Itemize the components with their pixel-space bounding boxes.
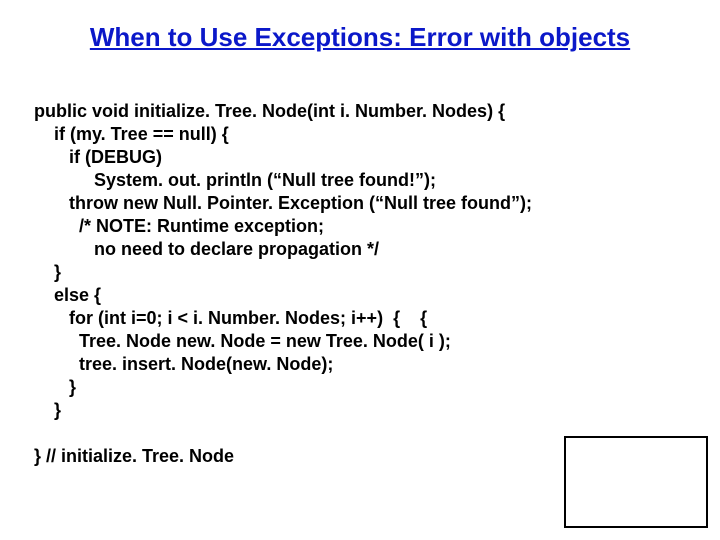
code-line: public void initialize. Tree. Node(int i…: [34, 101, 505, 121]
code-line: }: [34, 400, 61, 420]
code-line: System. out. println (“Null tree found!”…: [34, 170, 436, 190]
code-line: if (DEBUG): [34, 147, 162, 167]
code-line: throw new Null. Pointer. Exception (“Nul…: [34, 193, 532, 213]
empty-box: [564, 436, 708, 528]
code-line: else {: [34, 285, 101, 305]
code-line: /* NOTE: Runtime exception;: [34, 216, 324, 236]
code-line: for (int i=0; i < i. Number. Nodes; i++)…: [34, 308, 427, 328]
code-block: public void initialize. Tree. Node(int i…: [34, 100, 686, 469]
code-line: }: [34, 377, 76, 397]
code-line: }: [34, 262, 61, 282]
code-line: no need to declare propagation */: [34, 239, 379, 259]
code-line: } // initialize. Tree. Node: [34, 446, 234, 466]
code-line: Tree. Node new. Node = new Tree. Node( i…: [34, 331, 451, 351]
code-line: tree. insert. Node(new. Node);: [34, 354, 333, 374]
slide: When to Use Exceptions: Error with objec…: [0, 0, 720, 540]
slide-title: When to Use Exceptions: Error with objec…: [0, 22, 720, 53]
code-line: if (my. Tree == null) {: [34, 124, 229, 144]
